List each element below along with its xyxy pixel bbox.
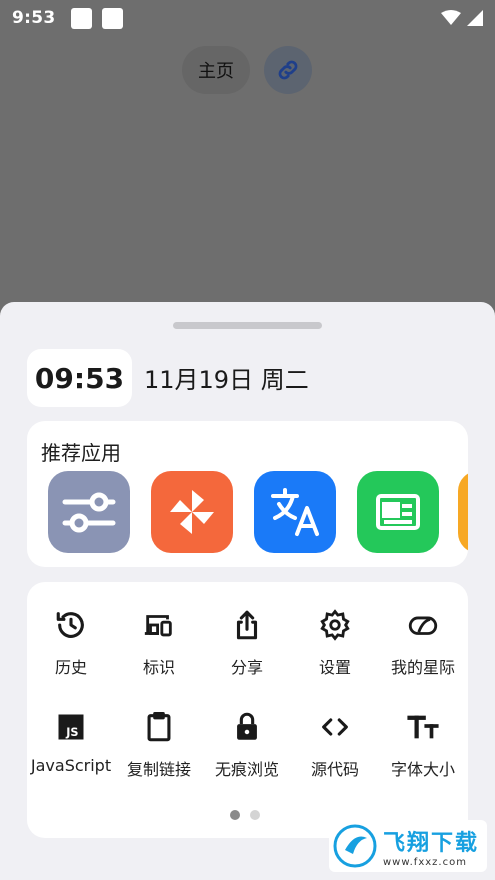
tool-label: 历史 <box>54 658 87 677</box>
tool-identifier[interactable]: 标识 <box>115 608 203 678</box>
tool-label: 复制链接 <box>126 760 191 779</box>
tool-label: 字体大小 <box>390 760 455 779</box>
date-text: 11月19日 周二 <box>144 366 309 394</box>
devices-icon <box>142 608 176 642</box>
tool-label: 我的星际 <box>390 658 455 677</box>
status-indicators <box>441 10 483 26</box>
status-bar: 9:53 <box>0 0 495 36</box>
pinwheel-icon <box>170 490 214 534</box>
share-icon <box>230 608 264 642</box>
notification-icon <box>71 7 93 29</box>
history-icon <box>54 608 88 642</box>
link-icon <box>278 60 298 80</box>
clock-card: 09:53 <box>27 349 132 407</box>
app-tile-translate[interactable] <box>254 471 336 553</box>
js-icon: JS <box>54 710 88 744</box>
app-tile-pinwheel[interactable] <box>151 471 233 553</box>
recommended-apps-title: 推荐应用 <box>41 441 121 465</box>
clipboard-icon <box>142 710 176 744</box>
page-dot-active[interactable] <box>230 810 240 820</box>
page-indicator <box>230 810 260 820</box>
signal-icon <box>467 10 483 26</box>
home-button[interactable]: 主页 <box>182 46 250 94</box>
svg-text:JS: JS <box>65 726 78 739</box>
watermark-title: 飞翔下载 <box>383 830 480 856</box>
watermark-emblem-icon <box>333 824 377 868</box>
tool-label: 设置 <box>318 658 351 677</box>
tool-settings[interactable]: 设置 <box>291 608 379 678</box>
page-dot[interactable] <box>250 810 260 820</box>
tool-incognito[interactable]: 无痕浏览 <box>203 710 291 780</box>
lock-icon <box>230 710 264 744</box>
tool-label: 源代码 <box>310 760 359 779</box>
tool-source-code[interactable]: 源代码 <box>291 710 379 780</box>
tool-my-planet[interactable]: 我的星际 <box>379 608 467 678</box>
tool-copy-link[interactable]: 复制链接 <box>115 710 203 780</box>
tool-javascript[interactable]: JS JavaScript <box>27 710 115 775</box>
app-tile-partial[interactable] <box>458 471 468 553</box>
sheet-drag-handle[interactable] <box>173 322 322 329</box>
tool-history[interactable]: 历史 <box>27 608 115 678</box>
tool-label: 标识 <box>142 658 175 677</box>
wifi-icon <box>441 10 461 25</box>
gear-icon <box>318 608 352 642</box>
watermark-logo: 飞翔下载 www.fxxz.com <box>329 820 487 872</box>
recommended-apps-card: 推荐应用 <box>27 421 468 567</box>
watermark-url: www.fxxz.com <box>383 856 467 868</box>
status-time: 9:53 <box>12 8 56 28</box>
app-tile-news[interactable] <box>357 471 439 553</box>
code-icon <box>318 710 352 744</box>
translate-icon <box>271 488 319 536</box>
sliders-icon <box>62 492 116 533</box>
clock-time: 09:53 <box>34 361 125 395</box>
tool-label: 无痕浏览 <box>214 760 279 779</box>
app-tile-sliders[interactable] <box>48 471 130 553</box>
news-icon <box>376 494 420 530</box>
tool-share[interactable]: 分享 <box>203 608 291 678</box>
planet-icon <box>406 608 440 642</box>
link-button[interactable] <box>264 46 312 94</box>
font-size-icon <box>406 710 440 744</box>
tool-font-size[interactable]: 字体大小 <box>379 710 467 780</box>
tool-label: 分享 <box>230 658 263 677</box>
tool-label: JavaScript <box>30 756 112 775</box>
tools-card: 历史 标识 分享 设置 我的星际 JS JavaScript 复制链接 无痕浏览… <box>27 582 468 838</box>
home-label: 主页 <box>198 61 234 82</box>
notification-icon <box>102 7 124 29</box>
bottom-sheet: 09:53 11月19日 周二 推荐应用 历史 标识 分享 设置 我的星际 JS… <box>0 302 495 880</box>
